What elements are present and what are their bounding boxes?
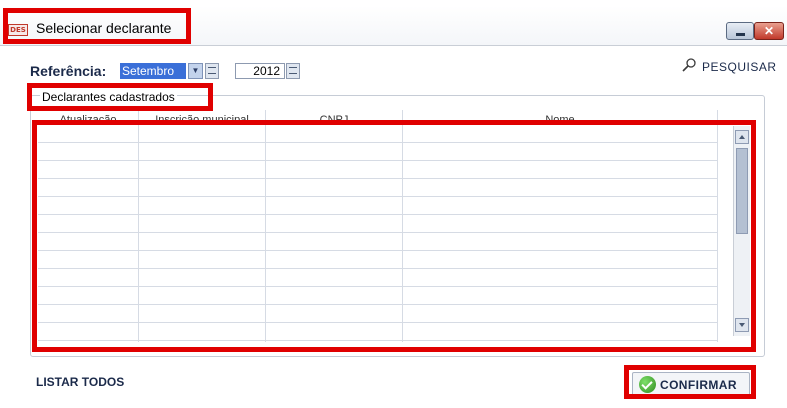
- highlight-group-title: [27, 83, 213, 111]
- month-select[interactable]: Setembro: [120, 63, 186, 79]
- highlight-table: [32, 120, 756, 352]
- search-icon[interactable]: [682, 58, 696, 72]
- month-spinner[interactable]: [205, 63, 219, 79]
- reference-label: Referência:: [30, 63, 107, 79]
- chevron-down-icon[interactable]: ▼: [188, 63, 203, 79]
- highlight-confirm: [624, 365, 756, 399]
- minimize-button[interactable]: [726, 22, 754, 40]
- highlight-title: [3, 8, 191, 44]
- close-button[interactable]: ✕: [754, 22, 784, 40]
- search-button[interactable]: PESQUISAR: [702, 60, 777, 74]
- list-all-button[interactable]: LISTAR TODOS: [36, 375, 124, 389]
- year-field[interactable]: 2012: [235, 63, 285, 79]
- year-spinner[interactable]: [286, 63, 300, 79]
- select-declarant-window: DES Selecionar declarante ✕ Referência: …: [0, 0, 787, 408]
